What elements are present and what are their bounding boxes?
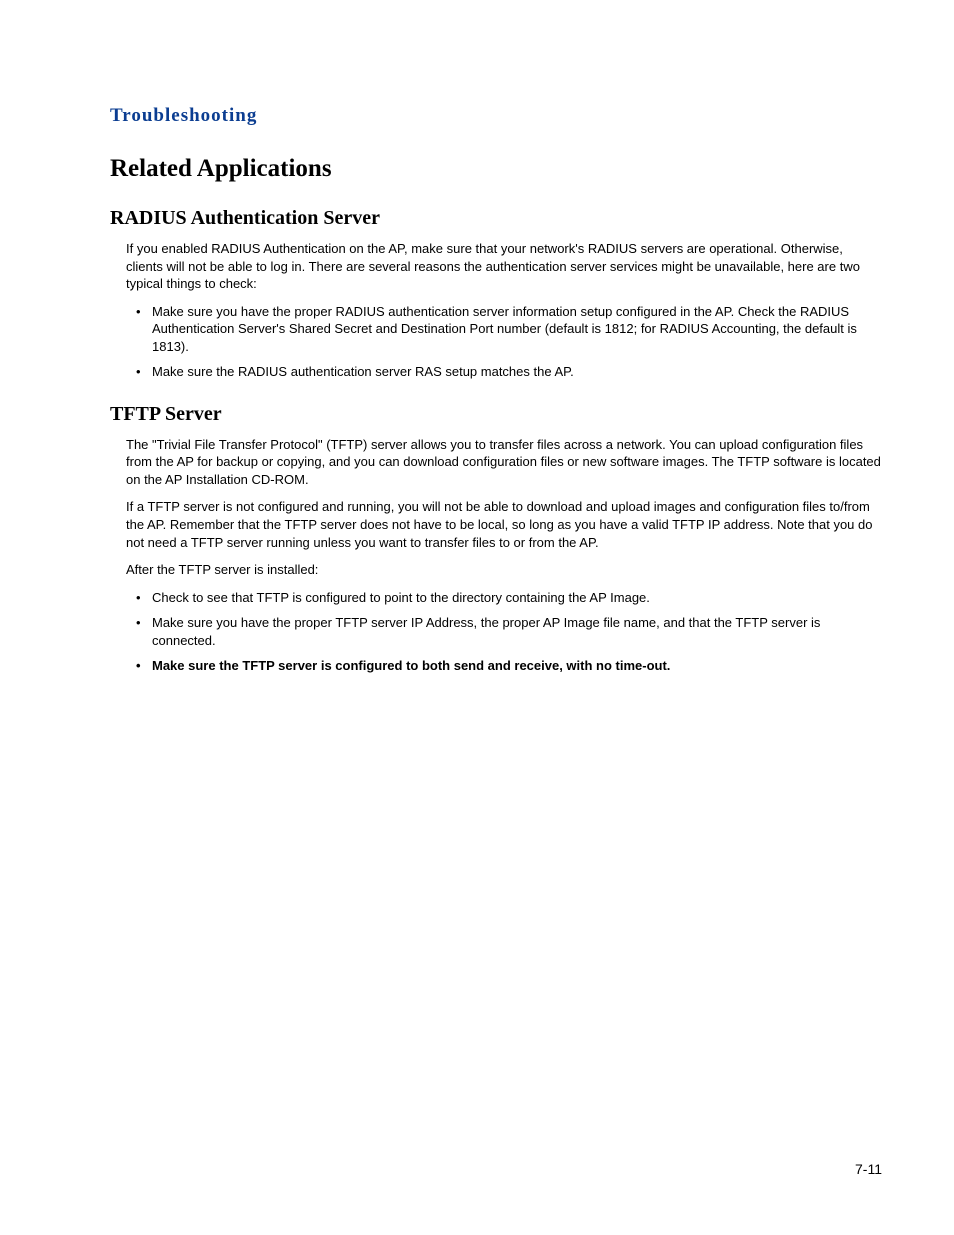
section-radius-heading: RADIUS Authentication Server (110, 207, 882, 230)
tftp-paragraph-3: After the TFTP server is installed: (126, 561, 882, 579)
page-number: 7-11 (855, 1161, 882, 1177)
radius-paragraph-1: If you enabled RADIUS Authentication on … (126, 240, 882, 293)
radius-bullet-1: Make sure you have the proper RADIUS aut… (126, 303, 882, 356)
tftp-bullet-3: Make sure the TFTP server is configured … (126, 657, 882, 675)
tftp-bullet-1: Check to see that TFTP is configured to … (126, 589, 882, 607)
radius-bullet-list: Make sure you have the proper RADIUS aut… (126, 303, 882, 381)
tftp-paragraph-2: If a TFTP server is not configured and r… (126, 498, 882, 551)
section-tftp-heading: TFTP Server (110, 403, 882, 426)
tftp-paragraph-1: The "Trivial File Transfer Protocol" (TF… (126, 436, 882, 489)
chapter-title: Troubleshooting (110, 105, 882, 127)
tftp-bullet-2: Make sure you have the proper TFTP serve… (126, 614, 882, 649)
page-heading: Related Applications (110, 155, 882, 183)
tftp-bullet-list: Check to see that TFTP is configured to … (126, 589, 882, 675)
radius-bullet-2: Make sure the RADIUS authentication serv… (126, 363, 882, 381)
